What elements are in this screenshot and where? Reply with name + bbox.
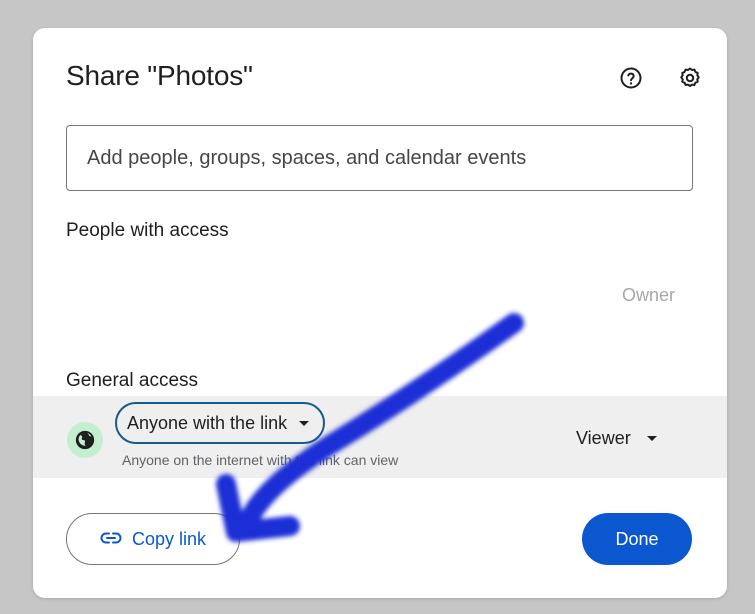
- share-search-input[interactable]: [66, 125, 693, 191]
- general-access-heading: General access: [66, 370, 199, 391]
- copy-link-label: Copy link: [131, 528, 207, 549]
- general-access-selected: Anyone with the link: [127, 412, 288, 433]
- general-access-row: Anyone with the link Anyone on the inter…: [33, 396, 727, 478]
- gear-icon[interactable]: [678, 66, 702, 90]
- role-dropdown[interactable]: Viewer: [576, 428, 657, 449]
- share-dialog: Share "Photos" People with access Owner …: [33, 28, 727, 598]
- dialog-title: Share "Photos": [66, 60, 253, 91]
- copy-link-button[interactable]: Copy link: [66, 513, 240, 565]
- people-with-access-heading: People with access: [66, 220, 229, 241]
- done-button[interactable]: Done: [582, 513, 692, 565]
- help-circle-icon[interactable]: [619, 66, 643, 90]
- general-access-dropdown[interactable]: Anyone with the link: [115, 402, 326, 444]
- globe-icon: [67, 422, 103, 458]
- link-icon: [100, 529, 122, 550]
- owner-role-label: Owner: [622, 285, 676, 305]
- caret-down-icon: [299, 420, 310, 426]
- role-selected: Viewer: [576, 428, 631, 448]
- general-access-description: Anyone on the internet with the link can…: [122, 452, 399, 468]
- caret-down-icon: [646, 436, 657, 441]
